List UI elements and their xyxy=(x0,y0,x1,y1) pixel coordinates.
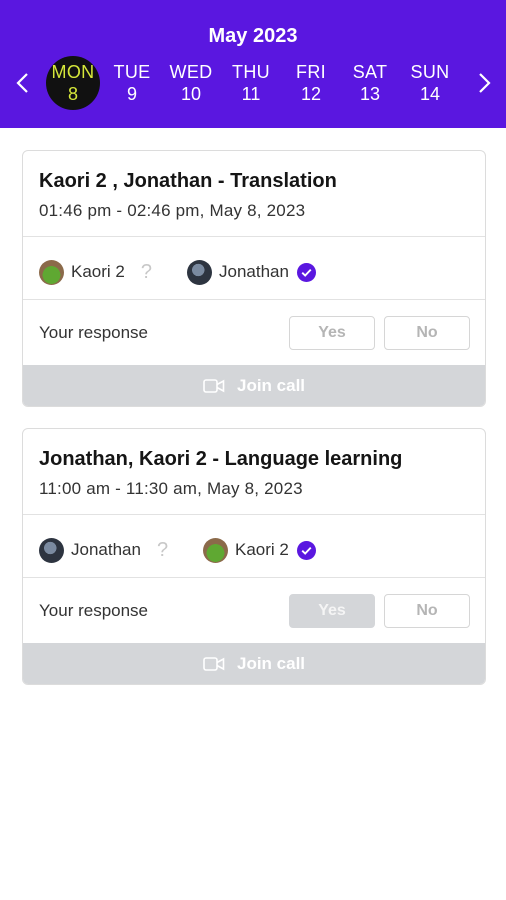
check-circle-icon xyxy=(296,540,316,560)
participant-accepted: Jonathan xyxy=(187,259,316,285)
day-tue[interactable]: TUE 9 xyxy=(105,56,159,110)
avatar xyxy=(39,259,64,285)
join-call-button[interactable]: Join call xyxy=(23,643,485,684)
question-mark-icon: ? xyxy=(156,538,169,561)
avatar xyxy=(39,537,64,563)
day-date: 13 xyxy=(359,84,381,104)
no-button[interactable]: No xyxy=(384,316,470,350)
day-name: TUE xyxy=(113,62,151,82)
response-label: Your response xyxy=(39,323,149,342)
next-week-button[interactable] xyxy=(470,68,500,98)
video-camera-icon xyxy=(203,657,225,671)
day-wed[interactable]: WED 10 xyxy=(164,56,218,110)
join-call-button[interactable]: Join call xyxy=(23,365,485,406)
meeting-title: Kaori 2 , Jonathan - Translation xyxy=(39,170,337,192)
month-label: May 2023 xyxy=(208,25,298,47)
day-name: SAT xyxy=(352,62,388,82)
no-button[interactable]: No xyxy=(384,594,470,628)
participant-accepted: Kaori 2 xyxy=(203,537,316,563)
participant-name: Jonathan xyxy=(219,262,289,281)
day-mon[interactable]: MON 8 xyxy=(46,56,100,110)
day-name: WED xyxy=(169,62,213,82)
divider xyxy=(23,514,485,515)
join-call-label: Join call xyxy=(236,654,306,673)
day-thu[interactable]: THU 11 xyxy=(224,56,278,110)
participant-name: Kaori 2 xyxy=(71,262,125,281)
meeting-time: 01:46 pm - 02:46 pm, May 8, 2023 xyxy=(39,201,306,220)
meeting-title: Jonathan, Kaori 2 - Language learning xyxy=(39,448,403,470)
divider xyxy=(23,577,485,578)
participant-pending: Jonathan ? xyxy=(39,537,168,563)
day-sat[interactable]: SAT 13 xyxy=(343,56,397,110)
yes-button[interactable]: Yes xyxy=(289,594,375,628)
previous-week-button[interactable] xyxy=(7,68,37,98)
avatar xyxy=(203,537,228,563)
day-date: 10 xyxy=(180,84,202,104)
participant-name: Kaori 2 xyxy=(235,540,289,559)
avatar xyxy=(187,259,212,285)
day-name: SUN xyxy=(410,62,450,82)
day-date: 12 xyxy=(300,84,322,104)
day-sun[interactable]: SUN 14 xyxy=(403,56,457,110)
day-fri[interactable]: FRI 12 xyxy=(284,56,338,110)
divider xyxy=(23,236,485,237)
response-label: Your response xyxy=(39,601,149,620)
join-call-label: Join call xyxy=(236,376,306,395)
day-name: FRI xyxy=(296,62,326,82)
meeting-card[interactable]: Jonathan, Kaori 2 - Language learning 11… xyxy=(22,428,486,685)
calendar-header: May 2023 MON 8 TUE 9 WED 10 THU 11 FRI 1… xyxy=(0,0,506,128)
day-date: 9 xyxy=(126,84,137,104)
question-mark-icon: ? xyxy=(140,260,152,283)
participant-pending: Kaori 2 ? xyxy=(39,259,152,285)
check-circle-icon xyxy=(296,262,316,282)
day-date: 8 xyxy=(67,84,78,104)
day-name: THU xyxy=(232,62,270,82)
video-camera-icon xyxy=(203,379,225,393)
chevron-left-icon xyxy=(16,73,28,93)
meeting-time: 11:00 am - 11:30 am, May 8, 2023 xyxy=(39,479,303,498)
day-date: 11 xyxy=(241,84,261,104)
yes-button[interactable]: Yes xyxy=(289,316,375,350)
participant-name: Jonathan xyxy=(71,540,141,559)
day-date: 14 xyxy=(419,84,441,104)
chevron-right-icon xyxy=(479,73,491,93)
day-name: MON xyxy=(51,62,95,82)
divider xyxy=(23,299,485,300)
meeting-card[interactable]: Kaori 2 , Jonathan - Translation 01:46 p… xyxy=(22,150,486,407)
